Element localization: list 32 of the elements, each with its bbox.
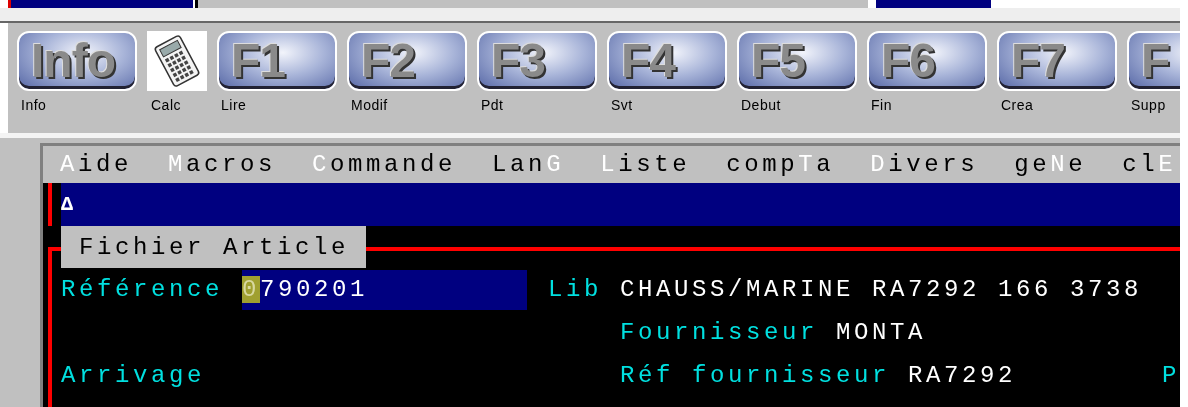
- field-value: CHAUSS/MARINE RA7292 166 3738: [620, 276, 1143, 303]
- toolbar-label: Pdt: [480, 97, 505, 113]
- field-label: Arrivage: [61, 362, 206, 389]
- calculator-icon[interactable]: [147, 31, 207, 91]
- toolbar-label: Info: [20, 97, 48, 113]
- menu-item[interactable]: comp T a: [726, 151, 835, 178]
- field-label: P: [1162, 362, 1180, 389]
- form-title: Fichier Article: [61, 226, 366, 268]
- field-label: Lib: [548, 276, 603, 303]
- menu-item[interactable]: D ivers: [870, 151, 979, 178]
- field-label: Référence: [61, 276, 225, 303]
- field-value: MONTA: [836, 319, 927, 346]
- toolbar-label: Calc: [150, 97, 182, 113]
- menu-item[interactable]: Lan G: [492, 151, 565, 178]
- field-label: Fournisseur: [620, 319, 819, 346]
- command-bar[interactable]: Δ: [61, 183, 1180, 226]
- prompt-cursor: Δ: [61, 193, 77, 216]
- toolbar-label: Svt: [610, 97, 634, 113]
- menu-item[interactable]: C ommande: [312, 151, 457, 178]
- toolbar-label: Lire: [220, 97, 248, 113]
- toolbar-label: Supp: [1130, 97, 1167, 113]
- menu-item[interactable]: Aide: [60, 151, 133, 178]
- menu-item[interactable]: ge N e: [1014, 151, 1087, 178]
- toolbar-label: Modif: [350, 97, 389, 113]
- field-value: RA7292: [908, 362, 1018, 389]
- toolbar-label: Debut: [740, 97, 782, 113]
- field-label: Réf fournisseur: [620, 362, 891, 389]
- menu-item[interactable]: M acros: [168, 151, 277, 178]
- toolbar-label: Crea: [1000, 97, 1035, 113]
- menu-item[interactable]: cl E: [1122, 151, 1177, 178]
- menu-item[interactable]: L iste: [600, 151, 691, 178]
- toolbar-label: Fin: [870, 97, 893, 113]
